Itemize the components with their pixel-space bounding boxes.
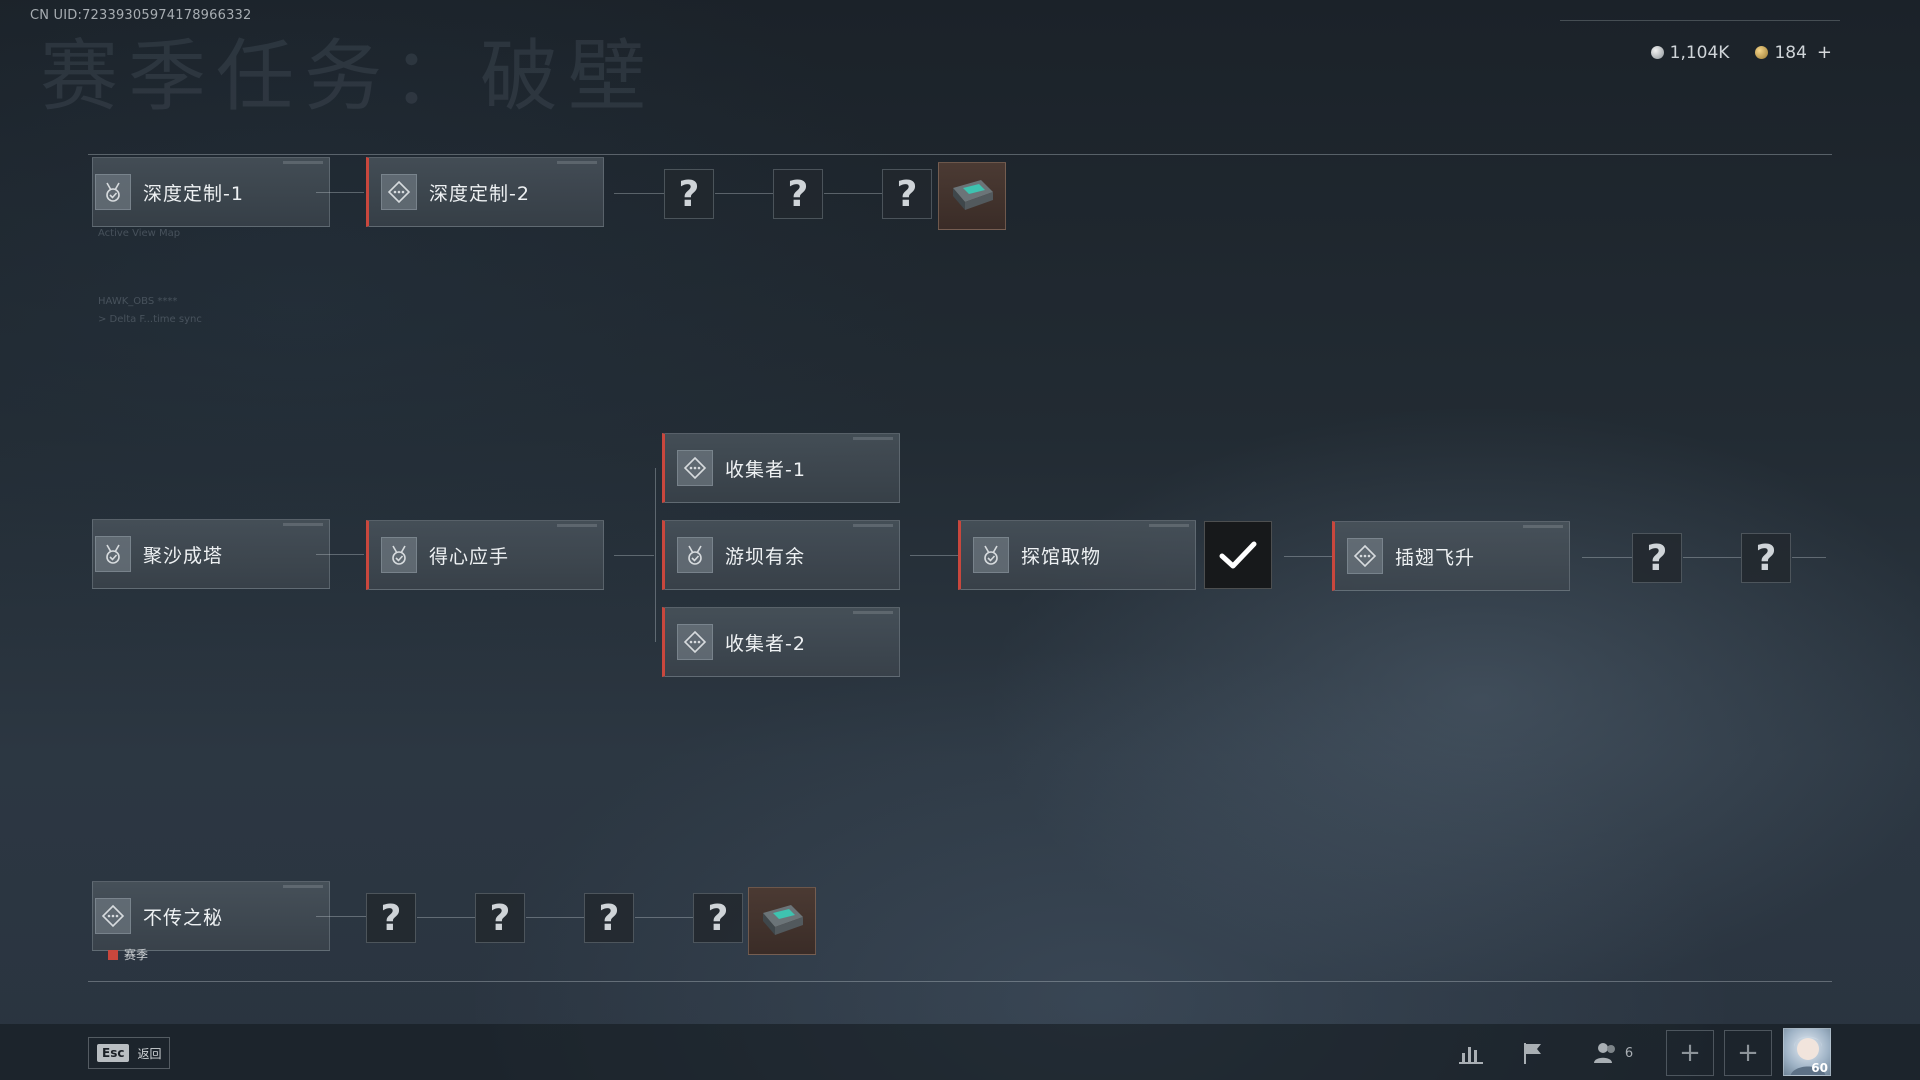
deco-label: Active View Map <box>98 228 181 239</box>
reward-case[interactable] <box>938 162 1006 230</box>
task-node-jusha-chengta[interactable]: 聚沙成塔 <box>92 519 330 589</box>
locked-task[interactable]: ? <box>664 169 714 219</box>
task-node-tanguan-quwu[interactable]: 探馆取物 <box>958 520 1196 590</box>
diamond-dots-icon <box>1347 538 1383 574</box>
task-label: 探馆取物 <box>1021 545 1102 568</box>
task-node-collector-2[interactable]: 收集者-2 <box>662 607 900 677</box>
gold-coin-icon <box>1755 46 1769 59</box>
stats-button[interactable] <box>1454 1035 1488 1071</box>
reward-case[interactable] <box>748 887 816 955</box>
currency-bar: 1,104K 184 + <box>1650 42 1832 63</box>
locked-task[interactable]: ? <box>584 893 634 943</box>
locked-task[interactable]: ? <box>1741 533 1791 583</box>
task-node-deep-custom-2[interactable]: 深度定制-2 <box>366 157 604 227</box>
medal-check-icon <box>95 174 131 210</box>
connector <box>715 193 773 194</box>
esc-key: Esc <box>97 1044 130 1062</box>
silver-currency-value: 1,104K <box>1669 42 1730 63</box>
task-node-dexin-yingshou[interactable]: 得心应手 <box>366 520 604 590</box>
connector <box>635 917 693 918</box>
task-node-deep-custom-1[interactable]: 深度定制-1 <box>92 157 330 227</box>
task-label: 深度定制-1 <box>143 182 244 205</box>
completed-reward[interactable] <box>1204 521 1272 589</box>
medal-check-icon <box>95 536 131 572</box>
diamond-dots-icon <box>95 898 131 934</box>
connector <box>316 192 364 193</box>
bar-chart-icon <box>1459 1047 1483 1064</box>
task-label: 聚沙成塔 <box>143 544 224 567</box>
task-node-buchuan-zhimi[interactable]: 不传之秘 <box>92 881 330 951</box>
team-count: 6 <box>1624 1045 1634 1061</box>
flag-icon <box>1524 1043 1541 1064</box>
case-icon <box>763 905 803 935</box>
page-title: 赛季任务：破壁 <box>40 32 657 122</box>
flag-button[interactable] <box>1516 1035 1550 1071</box>
task-node-collector-1[interactable]: 收集者-1 <box>662 433 900 503</box>
medal-check-icon <box>677 537 713 573</box>
task-label: 得心应手 <box>429 545 510 568</box>
deco-label: > Delta F...time sync <box>98 314 202 325</box>
avatar-level: 60 <box>1811 1061 1828 1075</box>
silver-currency: 1,104K <box>1650 42 1730 63</box>
locked-task[interactable]: ? <box>366 893 416 943</box>
connector <box>614 555 654 556</box>
team-button[interactable]: 6 <box>1588 1035 1638 1071</box>
plus-icon: + <box>1679 1038 1701 1068</box>
gold-currency[interactable]: 184 + <box>1755 42 1832 63</box>
task-label: 游坝有余 <box>725 545 806 568</box>
back-label: 返回 <box>137 1046 162 1061</box>
diamond-dots-icon <box>677 624 713 660</box>
top-divider <box>1560 20 1840 21</box>
branch-connector <box>655 468 656 642</box>
add-slot-button[interactable]: + <box>1666 1030 1714 1076</box>
connector <box>1683 557 1741 558</box>
add-slot-button[interactable]: + <box>1724 1030 1772 1076</box>
medal-check-icon <box>973 537 1009 573</box>
deco-label: HAWK_OBS **** <box>98 296 178 307</box>
locked-task[interactable]: ? <box>1632 533 1682 583</box>
task-label: 收集者-1 <box>725 458 806 481</box>
season-marker-icon <box>108 949 118 960</box>
task-node-youba-youyu[interactable]: 游坝有余 <box>662 520 900 590</box>
connector <box>1792 557 1826 558</box>
connector <box>526 917 584 918</box>
medal-check-icon <box>381 537 417 573</box>
silver-coin-icon <box>1650 46 1664 59</box>
connector <box>614 193 664 194</box>
back-button[interactable]: Esc 返回 <box>88 1037 171 1069</box>
task-label: 不传之秘 <box>143 906 224 929</box>
connector <box>1284 556 1332 557</box>
locked-task[interactable]: ? <box>693 893 743 943</box>
connector <box>316 916 366 917</box>
diamond-dots-icon <box>381 174 417 210</box>
avatar[interactable]: 60 <box>1783 1028 1831 1076</box>
task-label: 深度定制-2 <box>429 182 530 205</box>
task-label: 插翅飞升 <box>1395 546 1476 569</box>
season-tag: 赛季 <box>108 946 148 963</box>
plus-icon: + <box>1737 1038 1759 1068</box>
task-node-chachi-feisheng[interactable]: 插翅飞升 <box>1332 521 1570 591</box>
diamond-dots-icon <box>677 450 713 486</box>
task-label: 收集者-2 <box>725 632 806 655</box>
locked-task[interactable]: ? <box>475 893 525 943</box>
locked-task[interactable]: ? <box>882 169 932 219</box>
season-tag-label: 赛季 <box>124 948 149 962</box>
connector <box>1582 557 1632 558</box>
case-icon <box>953 180 993 210</box>
add-currency-button[interactable]: + <box>1817 42 1832 63</box>
locked-task[interactable]: ? <box>773 169 823 219</box>
gold-currency-value: 184 <box>1774 42 1807 63</box>
connector <box>417 917 475 918</box>
connector <box>824 193 882 194</box>
connector <box>910 555 958 556</box>
connector <box>316 554 364 555</box>
people-icon <box>1593 1043 1615 1063</box>
checkmark-icon <box>1219 541 1257 569</box>
